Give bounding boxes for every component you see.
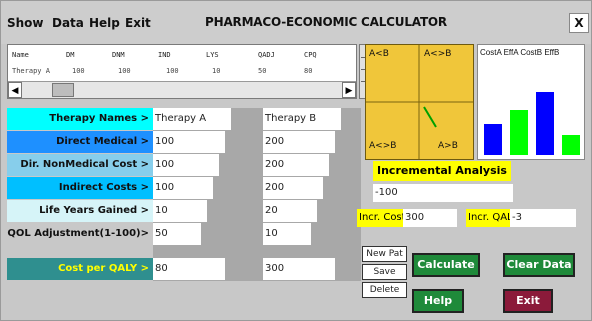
therapy-b-indirect-input[interactable]: 200 — [263, 177, 323, 199]
close-button[interactable]: X — [569, 13, 589, 33]
therapy-b-name-input[interactable]: Therapy B — [263, 108, 341, 130]
data-grid-header: Name DM DNM IND LYS QADJ CPQ — [8, 51, 348, 63]
menu-help[interactable]: Help — [89, 16, 120, 30]
grid-cell: 50 — [258, 67, 267, 75]
grid-header-cell: LYS — [206, 51, 219, 59]
delete-button[interactable]: Delete — [362, 282, 407, 298]
grid-header-cell: IND — [158, 51, 171, 59]
incr-cost-value: 300 — [403, 209, 457, 227]
quadrant-label-bottom-left: A<>B — [369, 141, 397, 151]
row-labels: Therapy Names > Direct Medical > Dir. No… — [7, 108, 153, 281]
therapy-b-cost-per-qaly: 300 — [263, 258, 335, 280]
quadrant-label-top-right: A<>B — [424, 49, 452, 59]
grid-header-cell: Name — [12, 51, 29, 59]
quadrant-label-top-left: A<B — [369, 49, 389, 59]
grid-cell: 100 — [118, 67, 131, 75]
row-label-indirect-costs: Indirect Costs > — [7, 177, 153, 199]
exit-button[interactable]: Exit — [503, 289, 553, 313]
grid-cell: 10 — [212, 67, 221, 75]
cost-effectiveness-bar-chart: CostA EffA CostB EffB — [477, 44, 585, 160]
bar-eff-b — [562, 135, 580, 155]
row-label-nonmedical-cost: Dir. NonMedical Cost > — [7, 154, 153, 176]
scroll-left-arrow-icon[interactable]: ◀ — [8, 82, 22, 98]
data-grid[interactable]: Name DM DNM IND LYS QADJ CPQ Therapy A 1… — [7, 44, 357, 99]
menu-data[interactable]: Data — [52, 16, 84, 30]
bar-cost-b — [536, 92, 554, 155]
grid-cell: 100 — [72, 67, 85, 75]
menu-bar: Show Data Help Exit PHARMACO-ECONOMIC CA… — [1, 1, 591, 44]
app-title: PHARMACO-ECONOMIC CALCULATOR — [205, 15, 447, 29]
grid-cell: 100 — [166, 67, 179, 75]
new-patient-button[interactable]: New Pat — [362, 246, 407, 262]
grid-header-cell: QADJ — [258, 51, 275, 59]
help-button[interactable]: Help — [412, 289, 464, 313]
close-icon: X — [574, 16, 584, 30]
grid-header-cell: CPQ — [304, 51, 317, 59]
bar-chart-legend: CostA EffA CostB EffB — [480, 48, 560, 57]
quadrant-chart: A<B A<>B A<>B A>B — [365, 44, 474, 160]
therapy-a-indirect-input[interactable]: 100 — [153, 177, 213, 199]
grid-header-cell: DM — [66, 51, 75, 59]
therapy-b-life-years-input[interactable]: 20 — [263, 200, 317, 222]
bar-cost-a — [484, 124, 502, 155]
row-label-life-years: Life Years Gained > — [7, 200, 153, 222]
row-label-therapy-names: Therapy Names > — [7, 108, 153, 130]
calculate-button[interactable]: Calculate — [412, 253, 480, 277]
quadrant-label-bottom-right: A>B — [438, 141, 458, 151]
therapy-a-cost-per-qaly: 80 — [153, 258, 225, 280]
therapy-a-name-input[interactable]: Therapy A — [153, 108, 231, 130]
incr-cost-label: Incr. Cost — [357, 209, 408, 227]
therapy-a-qol-input[interactable]: 50 — [153, 223, 201, 245]
grid-cell: 80 — [304, 67, 313, 75]
save-button[interactable]: Save — [362, 264, 407, 280]
calculator-window: Show Data Help Exit PHARMACO-ECONOMIC CA… — [0, 0, 592, 321]
menu-exit[interactable]: Exit — [125, 16, 151, 30]
horizontal-scrollbar[interactable]: ◀ ▶ — [8, 81, 356, 98]
incr-qaly-value: -3 — [510, 209, 576, 227]
data-grid-row[interactable]: Therapy A 100 100 100 10 50 80 — [8, 67, 348, 79]
clear-data-button[interactable]: Clear Data — [503, 253, 575, 277]
row-label-cost-per-qaly: Cost per QALY > — [7, 258, 153, 280]
therapy-a-nonmedical-input[interactable]: 100 — [153, 154, 219, 176]
row-label-qol-adjustment: QOL Adjustment(1-100)> — [7, 223, 153, 245]
grid-header-cell: DNM — [112, 51, 125, 59]
menu-show[interactable]: Show — [7, 16, 44, 30]
scrollbar-thumb[interactable] — [52, 83, 74, 97]
incremental-value: -100 — [373, 184, 513, 202]
therapy-b-direct-medical-input[interactable]: 200 — [263, 131, 335, 153]
bar-eff-a — [510, 110, 528, 155]
scroll-right-arrow-icon[interactable]: ▶ — [342, 82, 356, 98]
therapy-a-life-years-input[interactable]: 10 — [153, 200, 207, 222]
incremental-analysis-title: Incremental Analysis — [373, 161, 511, 181]
therapy-b-qol-input[interactable]: 10 — [263, 223, 311, 245]
therapy-b-nonmedical-input[interactable]: 200 — [263, 154, 329, 176]
row-label-direct-medical: Direct Medical > — [7, 131, 153, 153]
therapy-a-direct-medical-input[interactable]: 100 — [153, 131, 225, 153]
grid-cell: Therapy A — [12, 67, 50, 75]
